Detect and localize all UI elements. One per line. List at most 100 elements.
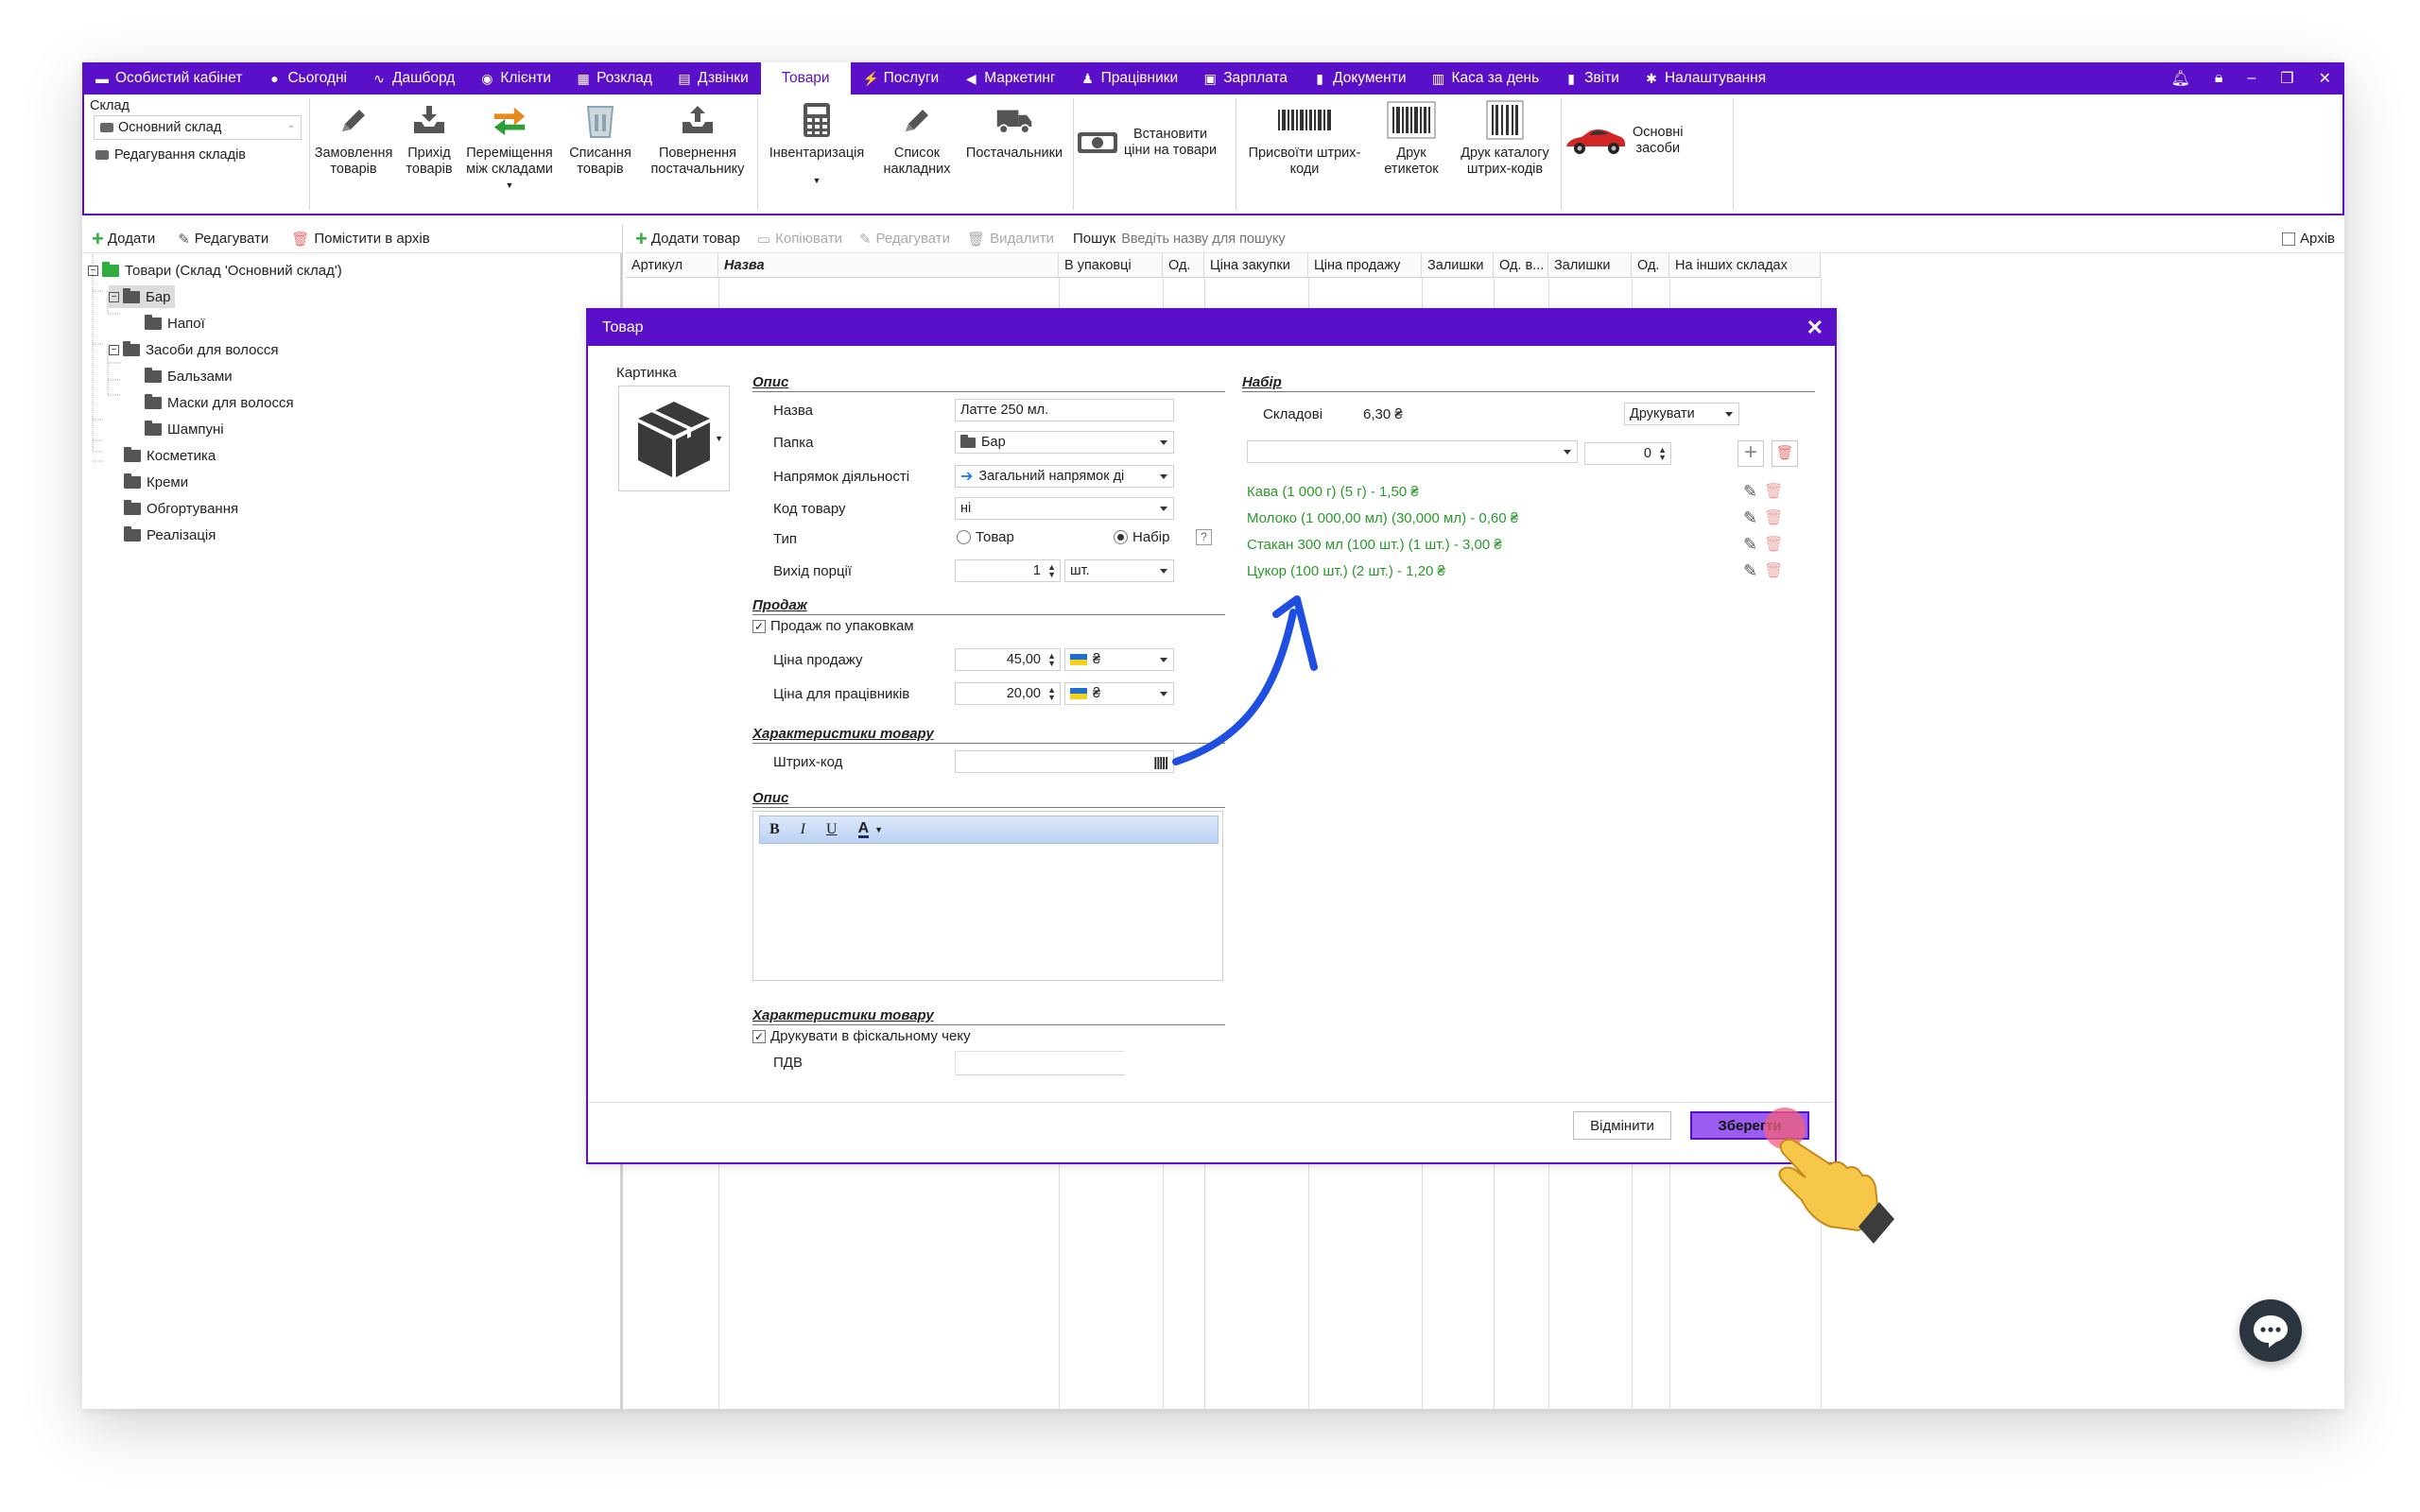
close-icon[interactable]: ✕ — [1806, 316, 1824, 340]
delete-goods-button[interactable]: 🗑︎ Видалити — [967, 231, 1054, 248]
underline-icon[interactable]: U — [826, 821, 838, 838]
close-icon[interactable]: ✕ — [2319, 69, 2331, 88]
pencil-icon[interactable]: ✎ — [1743, 561, 1757, 581]
column-header[interactable]: Од. — [1632, 253, 1669, 278]
cancel-button[interactable]: Відмінити — [1573, 1111, 1671, 1140]
chevron-down-icon[interactable]: ▼ — [874, 825, 883, 834]
inventory-button[interactable]: Інвентаризація ▼ — [761, 100, 873, 189]
vat-field[interactable] — [955, 1051, 1125, 1075]
description-editor[interactable]: B I U A ▼ — [752, 811, 1223, 981]
assign-barcodes-button[interactable]: Присвоїти штрих- коди — [1239, 100, 1370, 178]
menu-goods[interactable]: Товари — [760, 62, 851, 94]
set-prices-button[interactable]: Встановити ціни на товари — [1077, 123, 1230, 163]
tree-item-masks[interactable]: Маски для волосся — [145, 391, 294, 414]
pencil-icon[interactable]: ✎ — [1743, 535, 1757, 555]
tree-item-creams[interactable]: Креми — [124, 471, 188, 493]
direction-select[interactable]: ➔ Загальний напрямок ді — [955, 465, 1174, 488]
collapse-icon[interactable]: − — [109, 344, 119, 355]
archive-checkbox[interactable]: Архів — [2282, 231, 2335, 247]
chevron-down-icon[interactable]: ▼ — [715, 434, 723, 443]
income-goods-button[interactable]: Прихід товарів — [400, 100, 458, 178]
column-header[interactable]: На інших складах — [1669, 253, 1821, 278]
stepper-arrows-icon[interactable]: ▲ ▼ — [1047, 563, 1056, 579]
menu-cashday[interactable]: ▥ Каса за день — [1418, 62, 1551, 94]
menu-cabinet[interactable]: ▬ Особистий кабінет — [82, 62, 254, 94]
menu-staff[interactable]: ♟ Працівники — [1068, 62, 1191, 94]
column-header[interactable]: Од. — [1163, 253, 1204, 278]
column-header[interactable]: Назва — [718, 253, 1059, 278]
bold-icon[interactable]: B — [769, 821, 780, 838]
code-select[interactable]: ні — [955, 497, 1174, 520]
column-header[interactable]: В упаковці — [1059, 253, 1163, 278]
tree-item-hair[interactable]: − Засоби для волосся — [109, 338, 279, 361]
sklad-select[interactable]: Основний склад ⌄ — [94, 115, 302, 140]
help-icon[interactable]: ? — [1196, 529, 1212, 545]
column-header[interactable]: Артикул — [626, 253, 718, 278]
component-item[interactable]: Кава (1 000 г) (5 г) - 1,50 ₴ — [1247, 484, 1419, 500]
pencil-icon[interactable]: ✎ — [1743, 482, 1757, 502]
portion-stepper[interactable]: 1 ▲ ▼ — [955, 559, 1061, 582]
minimize-icon[interactable]: – — [2247, 70, 2256, 87]
tree-root[interactable]: − Товари (Склад 'Основний склад') — [88, 259, 342, 282]
menu-settings[interactable]: ✱ Налаштування — [1632, 62, 1778, 94]
collapse-icon[interactable]: − — [88, 265, 98, 276]
stepper-arrows-icon[interactable]: ▲ ▼ — [1047, 686, 1056, 702]
collapse-icon[interactable]: − — [109, 291, 119, 302]
column-header[interactable]: Ціна закупки — [1204, 253, 1308, 278]
add-goods-button[interactable]: + Додати товар — [635, 227, 740, 251]
chat-support-button[interactable] — [2239, 1299, 2302, 1362]
column-header[interactable]: Залишки — [1548, 253, 1632, 278]
barcode-field[interactable]: ||||| — [955, 750, 1174, 773]
tree-item-shampoos[interactable]: Шампуні — [145, 418, 224, 440]
price-stepper[interactable]: 45,00 ▲ ▼ — [955, 648, 1061, 671]
type-nabir-radio[interactable]: Набір — [1114, 529, 1169, 545]
fixed-assets-button[interactable]: Основні засоби — [1564, 121, 1697, 161]
column-header[interactable]: Залишки — [1422, 253, 1494, 278]
print-barcode-catalog-button[interactable]: Друк каталогу штрих-кодів — [1453, 100, 1557, 178]
product-image[interactable]: ▼ — [618, 386, 730, 491]
name-field[interactable]: Латте 250 мл. — [955, 399, 1174, 421]
menu-today[interactable]: ● Сьогодні — [254, 62, 359, 94]
menu-services[interactable]: ⚡ Послуги — [851, 62, 952, 94]
restore-icon[interactable]: ❐ — [2280, 69, 2293, 88]
menu-salary[interactable]: ▣ Зарплата — [1190, 62, 1300, 94]
add-component-button[interactable]: + — [1737, 440, 1764, 467]
menu-schedule[interactable]: ▦ Розклад — [563, 62, 665, 94]
tree-item-drinks[interactable]: Напої — [145, 312, 205, 335]
component-item[interactable]: Молоко (1 000,00 мл) (30,000 мл) - 0,60 … — [1247, 510, 1518, 526]
italic-icon[interactable]: I — [801, 821, 805, 838]
add-category-button[interactable]: + Додати — [92, 227, 155, 251]
order-goods-button[interactable]: Замовлення товарів — [313, 100, 394, 178]
return-to-supplier-button[interactable]: Повернення постачальнику — [644, 100, 752, 178]
portion-unit-select[interactable]: шт. — [1064, 559, 1174, 582]
move-between-warehouses-button[interactable]: Переміщення між складами ▼ — [462, 100, 557, 194]
trash-icon[interactable]: 🗑︎ — [1764, 561, 1783, 580]
tree-item-balms[interactable]: Бальзами — [145, 365, 233, 387]
pencil-icon[interactable]: ✎ — [1743, 508, 1757, 528]
menu-clients[interactable]: ◉ Клієнти — [467, 62, 563, 94]
menu-documents[interactable]: ▮ Документи — [1300, 62, 1418, 94]
menu-dashboard[interactable]: ∿ Дашборд — [359, 62, 467, 94]
component-item[interactable]: Стакан 300 мл (100 шт.) (1 шт.) - 3,00 ₴ — [1247, 537, 1502, 553]
column-header[interactable]: Ціна продажу — [1308, 253, 1422, 278]
menu-marketing[interactable]: ◀ Маркетинг — [951, 62, 1067, 94]
bell-icon[interactable]: 🔔︎ — [2171, 69, 2190, 88]
component-item[interactable]: Цукор (100 шт.) (2 шт.) - 1,20 ₴ — [1247, 563, 1445, 579]
print-labels-button[interactable]: Друк етикеток — [1375, 100, 1447, 178]
edit-warehouses-link[interactable]: Редагування складів — [95, 147, 246, 163]
suppliers-button[interactable]: Постачальники — [959, 100, 1069, 162]
column-header[interactable]: Од. в... — [1494, 253, 1548, 278]
edit-category-button[interactable]: ✎ Редагувати — [178, 231, 268, 248]
writeoff-goods-button[interactable]: Списання товарів — [562, 100, 638, 178]
sale-by-pack-checkbox[interactable]: ✓ Продаж по упаковкам — [752, 618, 914, 634]
trash-icon[interactable]: 🗑︎ — [1764, 535, 1783, 554]
tree-item-sales[interactable]: Реалізація — [124, 524, 216, 546]
staff-price-stepper[interactable]: 20,00 ▲ ▼ — [955, 682, 1061, 705]
archive-category-button[interactable]: 🗑︎ Помістити в архів — [291, 231, 429, 248]
search-input[interactable] — [1121, 227, 2238, 250]
price-currency-select[interactable]: ₴ — [1064, 648, 1174, 671]
tree-item-bar[interactable]: − Бар — [109, 285, 175, 308]
tree-item-cosmetics[interactable]: Косметика — [124, 444, 216, 467]
invoice-list-button[interactable]: Список накладних — [878, 100, 956, 178]
trash-icon[interactable]: 🗑︎ — [1764, 508, 1783, 527]
